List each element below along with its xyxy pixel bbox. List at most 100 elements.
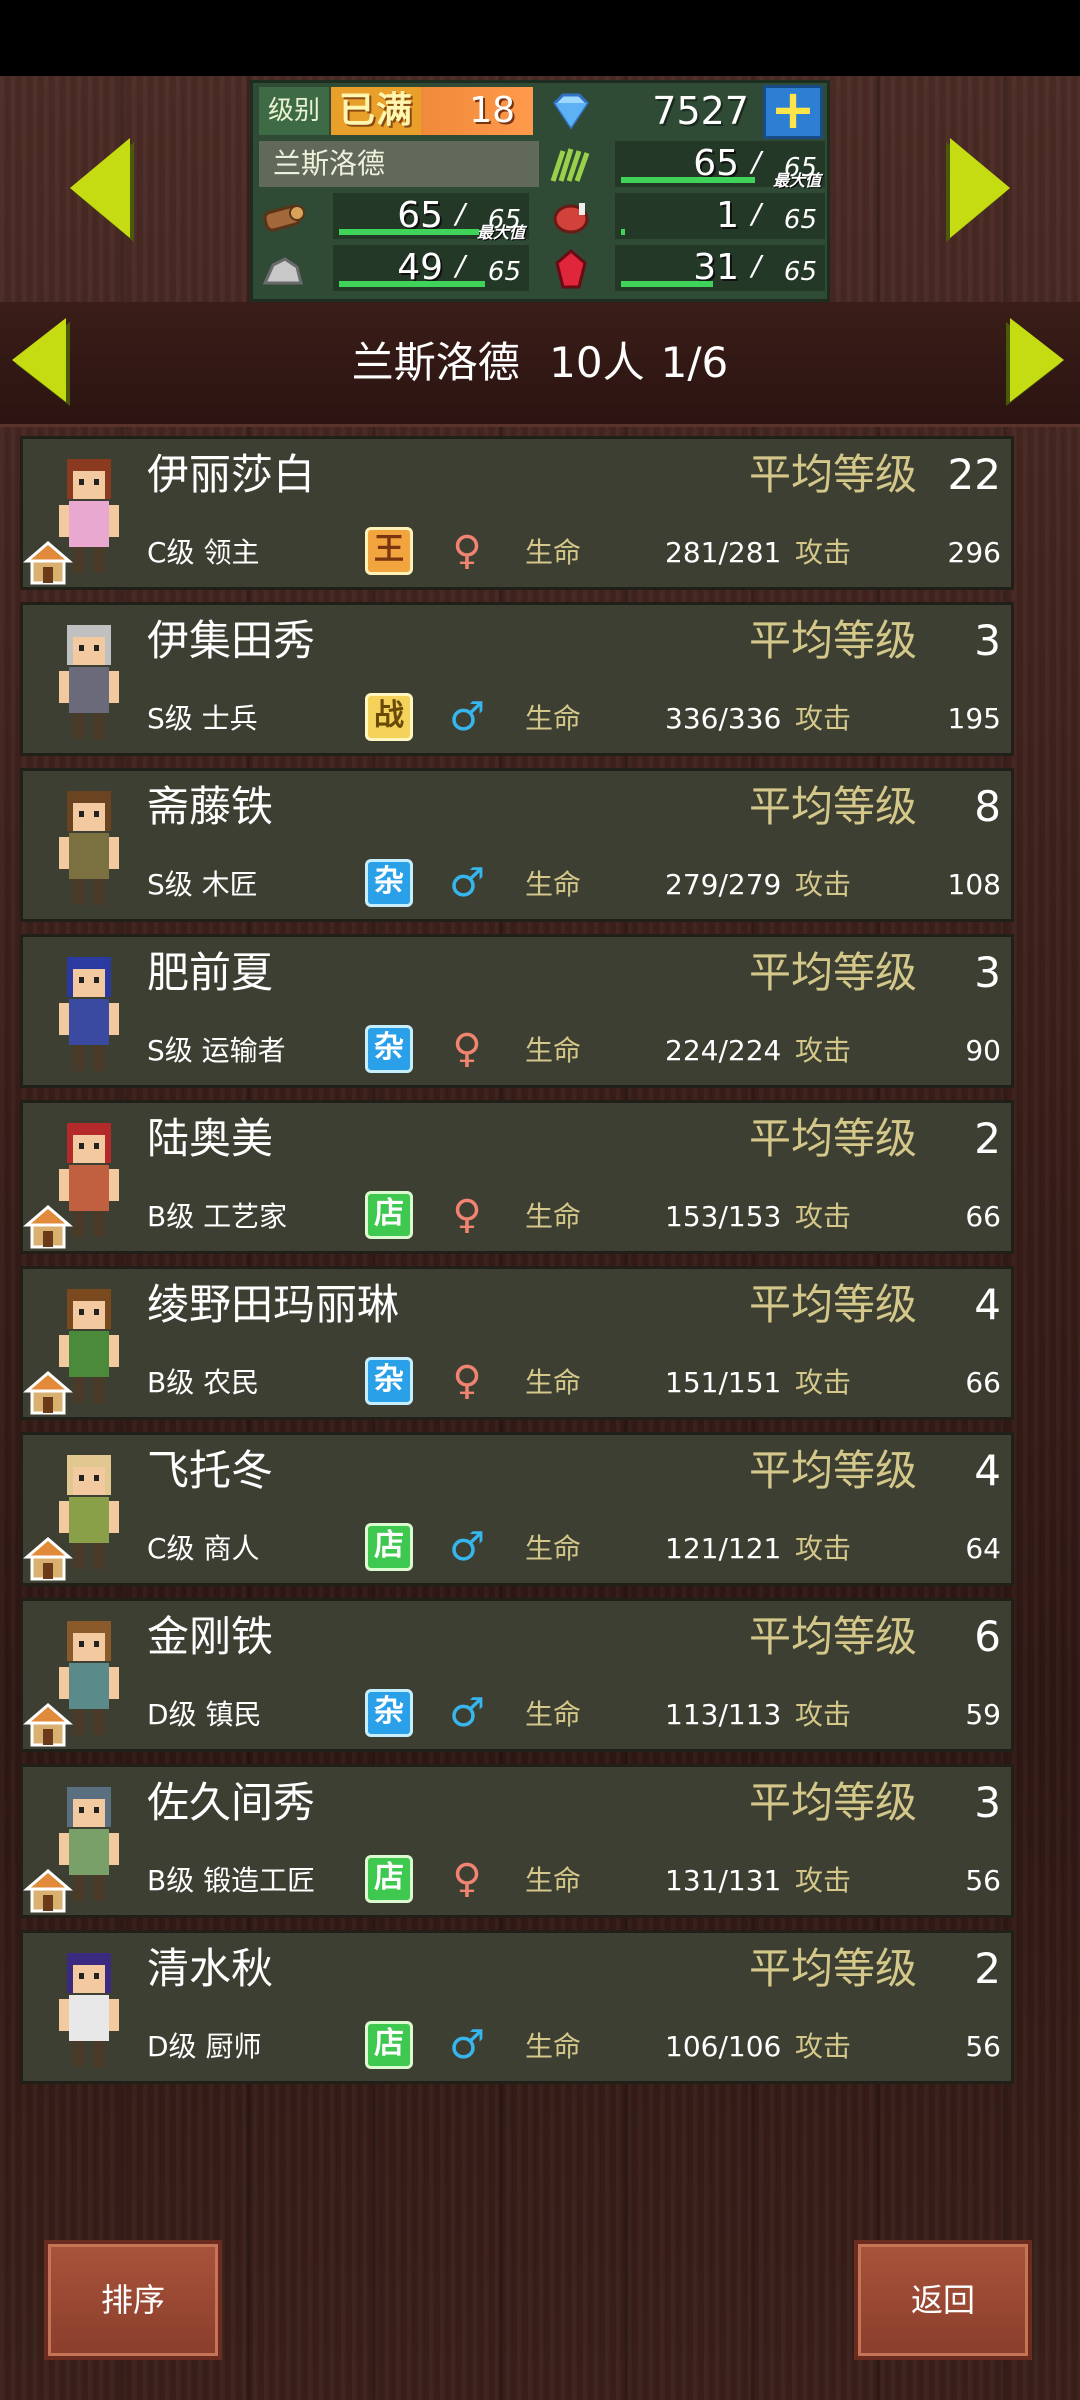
resident-row[interactable]: 伊丽莎白 平均等级 22 C级 领主 王 ♀ 生命 281/281 攻击 296 — [20, 436, 1014, 590]
resident-row[interactable]: 陆奥美 平均等级 2 B级 工艺家 店 ♀ 生命 153/153 攻击 66 — [20, 1100, 1014, 1254]
resident-grade: S级 士兵 — [147, 702, 258, 735]
attack-label: 攻击 — [795, 536, 852, 569]
avg-level-value: 3 — [974, 616, 1001, 665]
male-icon: ♂ — [449, 860, 485, 906]
page-title: 兰斯洛德 10人 1/6 — [0, 302, 1080, 424]
hp-label: 生命 — [525, 868, 582, 901]
gem-count: 7527 — [613, 87, 759, 135]
avg-level-value: 8 — [974, 782, 1001, 831]
stone-icon — [261, 249, 305, 289]
resident-grade: D级 镇民 — [147, 1698, 262, 1731]
meat-icon — [549, 197, 593, 237]
male-icon: ♂ — [449, 1690, 485, 1736]
avg-level-label: 平均等级 — [748, 1944, 917, 1993]
job-badge: 店 — [365, 1855, 413, 1903]
avg-level-value: 3 — [974, 1778, 1001, 1827]
resident-row[interactable]: 金刚铁 平均等级 6 D级 镇民 杂 ♂ 生命 113/113 攻击 59 — [20, 1598, 1014, 1752]
job-badge: 杂 — [365, 859, 413, 907]
attack-label: 攻击 — [795, 1864, 852, 1897]
level-value: 18 — [421, 87, 533, 135]
resident-grade: S级 木匠 — [147, 868, 258, 901]
avg-level-label: 平均等级 — [748, 782, 917, 831]
job-badge: 店 — [365, 1191, 413, 1239]
job-badge: 杂 — [365, 1025, 413, 1073]
avg-level-value: 3 — [974, 948, 1001, 997]
stone-fill — [339, 281, 485, 287]
avg-level-value: 2 — [974, 1944, 1001, 1993]
job-badge: 战 — [365, 693, 413, 741]
job-badge: 王 — [365, 527, 413, 575]
house-icon — [22, 539, 74, 587]
avg-level-label: 平均等级 — [748, 1280, 917, 1329]
character-portrait — [29, 777, 149, 917]
wood-max-tag: 最大值 — [476, 223, 525, 242]
meat-resource: 1 / 65 — [615, 193, 825, 239]
character-portrait — [29, 1939, 149, 2079]
resident-name: 佐久间秀 — [147, 1778, 316, 1827]
attack-value: 296 — [947, 536, 1001, 569]
attack-label: 攻击 — [795, 868, 852, 901]
resident-row[interactable]: 佐久间秀 平均等级 3 B级 锻造工匠 店 ♀ 生命 131/131 攻击 56 — [20, 1764, 1014, 1918]
hp-value: 336/336 — [665, 702, 782, 735]
avg-level-label: 平均等级 — [748, 1114, 917, 1163]
resident-row[interactable]: 伊集田秀 平均等级 3 S级 士兵 战 ♂ 生命 336/336 攻击 195 — [20, 602, 1014, 756]
page-indicator: 1/6 — [660, 338, 729, 387]
female-icon: ♀ — [452, 1026, 482, 1072]
resident-row[interactable]: 清水秋 平均等级 2 D级 厨师 店 ♂ 生命 106/106 攻击 56 — [20, 1930, 1014, 2084]
hp-label: 生命 — [525, 1864, 582, 1897]
resident-row[interactable]: 飞托冬 平均等级 4 C级 商人 店 ♂ 生命 121/121 攻击 64 — [20, 1432, 1014, 1586]
attack-value: 59 — [965, 1698, 1001, 1731]
job-badge: 店 — [365, 1523, 413, 1571]
female-icon: ♀ — [452, 1856, 482, 1902]
attack-value: 108 — [947, 868, 1001, 901]
character-portrait — [29, 611, 149, 751]
hp-label: 生命 — [525, 1698, 582, 1731]
grass-resource: 65 / 65 最大值 — [615, 141, 825, 190]
house-icon — [22, 1203, 74, 1251]
avg-level-label: 平均等级 — [748, 948, 917, 997]
meat-max: 65 — [783, 205, 817, 235]
resident-count: 10人 — [549, 338, 645, 387]
resident-grade: D级 厨师 — [147, 2030, 262, 2063]
avg-level-label: 平均等级 — [748, 1612, 917, 1661]
attack-label: 攻击 — [795, 1532, 852, 1565]
male-icon: ♂ — [449, 694, 485, 740]
level-max-badge: 已满 — [331, 87, 421, 135]
avg-level-value: 4 — [974, 1280, 1001, 1329]
prev-town-arrow[interactable] — [70, 138, 130, 238]
resident-name: 伊集田秀 — [147, 616, 316, 665]
wood-log-icon — [261, 197, 305, 237]
avg-level-label: 平均等级 — [748, 616, 917, 665]
character-portrait — [29, 943, 149, 1083]
house-icon — [22, 1369, 74, 1417]
meat-value: 1 — [716, 195, 739, 236]
resident-name: 伊丽莎白 — [147, 450, 316, 499]
avg-level-label: 平均等级 — [748, 1778, 917, 1827]
hp-value: 279/279 — [665, 868, 782, 901]
ruby-icon — [549, 249, 593, 289]
hp-value: 113/113 — [665, 1698, 782, 1731]
avg-level-value: 22 — [947, 450, 1001, 499]
attack-value: 56 — [965, 2030, 1001, 2063]
avg-level-value: 2 — [974, 1114, 1001, 1163]
resident-name: 金刚铁 — [147, 1612, 274, 1661]
resident-grade: S级 运输者 — [147, 1034, 286, 1067]
attack-value: 90 — [965, 1034, 1001, 1067]
stone-max: 65 — [487, 257, 521, 287]
next-town-arrow[interactable] — [950, 138, 1010, 238]
resident-row[interactable]: 斋藤铁 平均等级 8 S级 木匠 杂 ♂ 生命 279/279 攻击 108 — [20, 768, 1014, 922]
add-gems-button[interactable]: + — [763, 83, 823, 139]
attack-label: 攻击 — [795, 1034, 852, 1067]
sort-button[interactable]: 排序 — [44, 2240, 222, 2360]
attack-value: 195 — [947, 702, 1001, 735]
hp-label: 生命 — [525, 1200, 582, 1233]
resident-row[interactable]: 绫野田玛丽琳 平均等级 4 B级 农民 杂 ♀ 生命 151/151 攻击 66 — [20, 1266, 1014, 1420]
back-button[interactable]: 返回 — [854, 2240, 1032, 2360]
grass-max-tag: 最大值 — [772, 171, 821, 190]
attack-value: 66 — [965, 1366, 1001, 1399]
attack-label: 攻击 — [795, 702, 852, 735]
female-icon: ♀ — [452, 528, 482, 574]
hp-label: 生命 — [525, 1366, 582, 1399]
hp-value: 153/153 — [665, 1200, 782, 1233]
resident-row[interactable]: 肥前夏 平均等级 3 S级 运输者 杂 ♀ 生命 224/224 攻击 90 — [20, 934, 1014, 1088]
